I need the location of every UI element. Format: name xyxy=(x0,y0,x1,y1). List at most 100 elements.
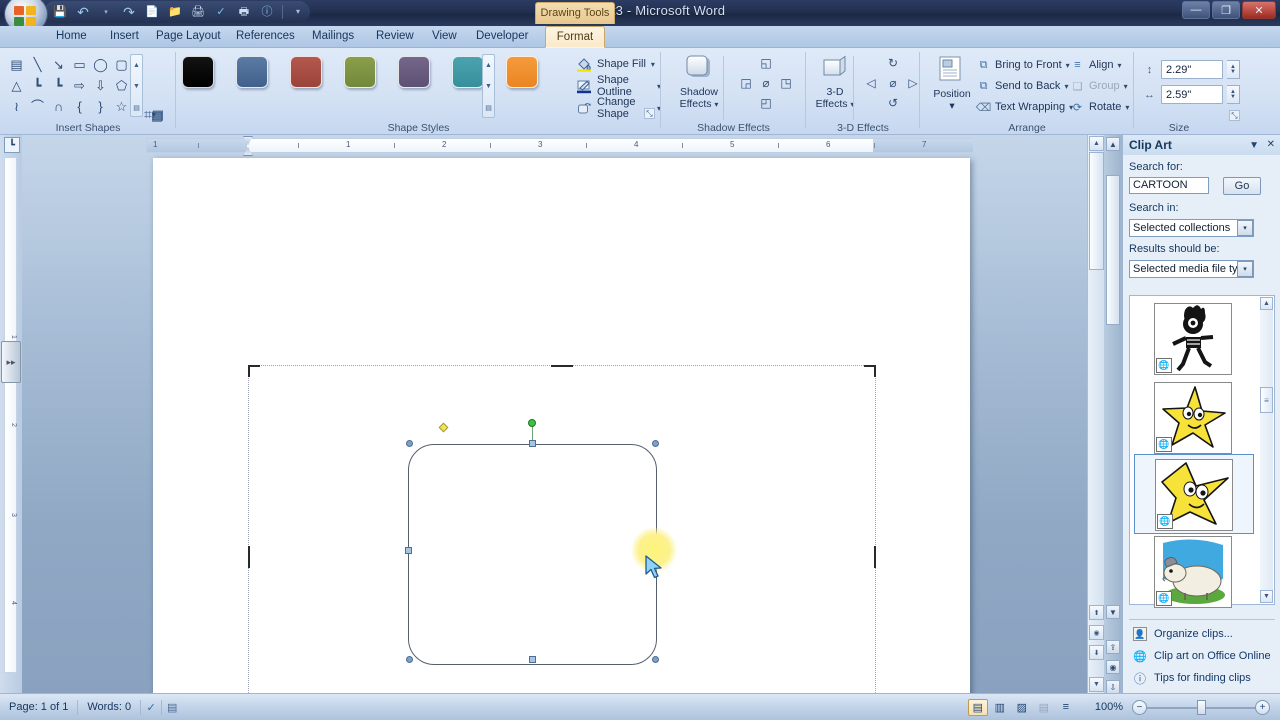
text-box-shape[interactable]: ▤ xyxy=(6,54,27,75)
line-shape[interactable]: ╲ xyxy=(27,54,48,75)
styles-scroll-up-icon[interactable]: ▲ xyxy=(483,55,494,76)
rounded-rectangle-shape-object[interactable] xyxy=(408,444,657,665)
arrow-line-shape[interactable]: ↘ xyxy=(48,54,69,75)
new-document-icon[interactable]: 📄 xyxy=(144,4,160,20)
rotate-handle[interactable] xyxy=(528,419,536,427)
tab-developer[interactable]: Developer xyxy=(466,26,538,48)
canvas-edge-right[interactable] xyxy=(874,546,876,568)
doc-scroll-thumb[interactable] xyxy=(1089,152,1104,270)
flowchart-shape[interactable]: ⬠ xyxy=(111,75,132,96)
clip-art-office-online-link[interactable]: 🌐 Clip art on Office Online xyxy=(1133,649,1270,663)
shapes-scroll-down-icon[interactable]: ▼ xyxy=(131,76,142,97)
nudge-shadow-down-icon[interactable]: ◰ xyxy=(757,94,775,112)
tab-references[interactable]: References xyxy=(226,26,305,48)
style-swatch-black[interactable] xyxy=(182,56,214,88)
handle-circle-bl[interactable] xyxy=(406,656,413,663)
restore-button[interactable]: ❐ xyxy=(1212,1,1240,19)
results-scroll-down-icon[interactable]: ▼ xyxy=(1260,590,1273,603)
results-type-dropdown-icon[interactable]: ▾ xyxy=(1237,261,1253,277)
handle-square-left[interactable] xyxy=(405,547,412,554)
rotate-dropdown-icon[interactable]: ▾ xyxy=(1125,103,1129,112)
page-indicator[interactable]: Page: 1 of 1 xyxy=(0,699,77,716)
close-button[interactable]: ✕ xyxy=(1242,1,1276,19)
rounded-rectangle-shape[interactable]: ▢ xyxy=(111,54,132,75)
undo-icon[interactable]: ↶ xyxy=(75,4,91,20)
elbow-arrow-connector-shape[interactable]: ┗ xyxy=(48,75,69,96)
size-dialog-launcher[interactable]: ⤡ xyxy=(1229,110,1240,121)
group-dropdown-icon[interactable]: ▾ xyxy=(1124,82,1128,91)
three-d-on-off-icon[interactable]: ⌀ xyxy=(884,74,902,92)
office-button[interactable] xyxy=(4,0,48,26)
pane-splitter-thumb[interactable] xyxy=(1106,175,1120,325)
save-icon[interactable]: 💾 xyxy=(52,4,68,20)
handle-circle-tr[interactable] xyxy=(652,440,659,447)
style-swatch-green[interactable] xyxy=(344,56,376,88)
pane-prev-icon[interactable]: ⇪ xyxy=(1106,640,1120,654)
right-arrow-shape[interactable]: ⇨ xyxy=(69,75,90,96)
help-icon[interactable]: ⓘ xyxy=(259,4,275,20)
shape-fill-dropdown-icon[interactable]: ▾ xyxy=(651,60,655,69)
width-spin-down-icon[interactable]: ▼ xyxy=(1230,94,1236,100)
oval-shape[interactable]: ◯ xyxy=(90,54,111,75)
document-scrollbar[interactable]: ▲ ⬆ ◉ ⬇ ▼ xyxy=(1087,135,1104,693)
handle-square-bottom[interactable] xyxy=(529,656,536,663)
send-to-back-dropdown-icon[interactable]: ▾ xyxy=(1064,82,1068,91)
task-pane-close-icon[interactable]: ✕ xyxy=(1267,139,1275,150)
left-brace-shape[interactable]: { xyxy=(69,96,90,117)
print-preview-icon[interactable]: 🖨 xyxy=(190,4,206,20)
rotate-button[interactable]: ⟳ Rotate ▾ xyxy=(1070,98,1130,116)
doc-scroll-down-icon[interactable]: ▼ xyxy=(1089,677,1104,692)
height-spin-down-icon[interactable]: ▼ xyxy=(1230,69,1236,75)
shape-width-input[interactable]: 2.59" xyxy=(1161,85,1223,104)
curve-shape[interactable]: ⌒ xyxy=(27,96,48,117)
edit-points-icon[interactable]: ⌗ xyxy=(144,106,152,123)
style-swatch-teal[interactable] xyxy=(452,56,484,88)
results-scrollbar[interactable]: ▲ ≡ ▼ xyxy=(1260,297,1273,603)
shape-height-input[interactable]: 2.29" xyxy=(1161,60,1223,79)
tab-insert[interactable]: Insert xyxy=(100,26,149,48)
results-scroll-thumb[interactable]: ≡ xyxy=(1260,387,1273,413)
tab-mailings[interactable]: Mailings xyxy=(302,26,364,48)
handle-circle-tl[interactable] xyxy=(406,440,413,447)
shape-width-spinner[interactable]: ▲ ▼ xyxy=(1227,85,1240,104)
clip-result-sheep[interactable]: 🌐 xyxy=(1154,536,1232,608)
clip-result-star-2-selected[interactable]: 🌐 xyxy=(1134,454,1254,534)
organize-clips-link[interactable]: 👤 Organize clips... xyxy=(1133,627,1233,641)
canvas-edge-left[interactable] xyxy=(248,546,250,568)
zoom-slider-thumb[interactable] xyxy=(1197,699,1206,715)
shape-styles-dialog-launcher[interactable]: ⤡ xyxy=(644,108,655,119)
word-count[interactable]: Words: 0 xyxy=(78,699,140,716)
insert-shapes-scroll[interactable]: ▲ ▼ ▤ xyxy=(130,54,143,117)
spelling-icon[interactable]: ✓ xyxy=(213,4,229,20)
align-dropdown-icon[interactable]: ▾ xyxy=(1117,61,1121,70)
tab-view[interactable]: View xyxy=(422,26,467,48)
styles-more-icon[interactable]: ▤ xyxy=(483,97,494,118)
canvas-corner-tl[interactable] xyxy=(248,365,260,377)
language-icon[interactable]: ▤ xyxy=(162,699,182,716)
clip-result-cartoon-figure[interactable]: 🌐 xyxy=(1154,303,1232,375)
elbow-connector-shape[interactable]: ┗ xyxy=(27,75,48,96)
shadow-on-off-icon[interactable]: ⌀ xyxy=(757,74,775,92)
pane-browse-icon[interactable]: ◉ xyxy=(1106,660,1120,674)
clip-art-results-list[interactable]: 🌐 🌐 🌐 🌐 ▲ ≡ ▼ xyxy=(1129,295,1275,608)
shapes-more-icon[interactable]: ▤ xyxy=(131,97,142,118)
clip-result-star-2[interactable]: 🌐 xyxy=(1155,459,1233,531)
align-button[interactable]: ≡ Align ▾ xyxy=(1070,56,1129,74)
rectangle-shape[interactable]: ▭ xyxy=(69,54,90,75)
tab-home[interactable]: Home xyxy=(46,26,97,48)
full-screen-reading-view-button[interactable]: ▥ xyxy=(990,699,1010,716)
tab-review[interactable]: Review xyxy=(366,26,424,48)
search-input[interactable]: CARTOON xyxy=(1129,177,1209,194)
shadow-effects-button[interactable]: Shadow Effects ▾ xyxy=(675,54,723,111)
canvas-corner-tr[interactable] xyxy=(864,365,876,377)
shadow-effects-dropdown-icon[interactable]: ▾ xyxy=(714,100,718,109)
tilt-left-icon[interactable]: ◁ xyxy=(862,74,880,92)
outline-view-button[interactable]: ▤ xyxy=(1034,699,1054,716)
zoom-in-button[interactable]: + xyxy=(1255,699,1270,715)
pane-next-icon[interactable]: ⇩ xyxy=(1106,680,1120,694)
vertical-scroll-grip[interactable]: ▸▸ xyxy=(1,341,21,383)
zoom-slider[interactable] xyxy=(1147,699,1255,716)
zoom-out-button[interactable]: − xyxy=(1132,699,1147,715)
tilt-up-icon[interactable]: ↻ xyxy=(884,54,902,72)
handle-circle-br[interactable] xyxy=(652,656,659,663)
